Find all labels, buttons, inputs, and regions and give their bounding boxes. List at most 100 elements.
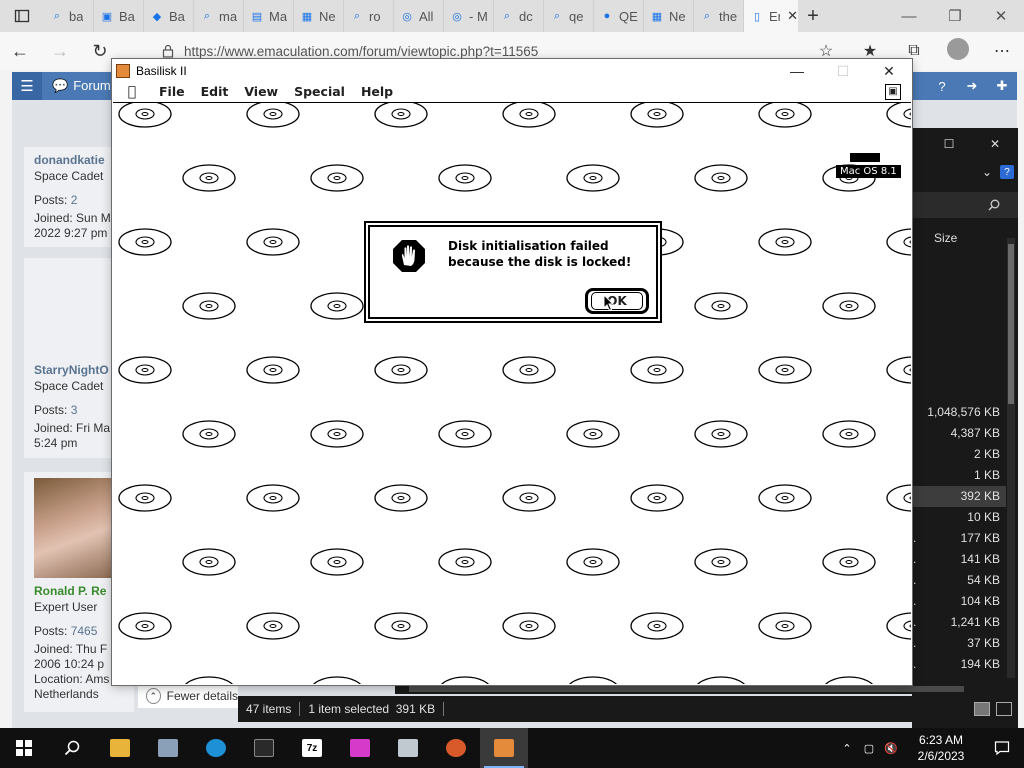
disc-pattern-tile (246, 612, 300, 640)
scroll-thumb[interactable] (409, 686, 964, 692)
chevron-up-icon[interactable]: ⌃ (836, 742, 858, 755)
taskbar-file-explorer[interactable] (96, 728, 144, 768)
more-options-icon[interactable]: ⋯ (980, 41, 1024, 61)
search-button[interactable] (48, 728, 96, 768)
disc-pattern-tile (758, 484, 812, 512)
taskbar-edge[interactable] (192, 728, 240, 768)
forward-button[interactable]: → (40, 32, 80, 70)
menu-view[interactable]: View (236, 84, 286, 99)
file-size-row[interactable]: 10 KB (912, 507, 1006, 528)
menu-edit[interactable]: Edit (193, 84, 237, 99)
explorer-maximize-button[interactable]: ☐ (926, 128, 972, 160)
taskbar-basilisk[interactable] (480, 728, 528, 768)
back-button[interactable]: ← (0, 32, 40, 70)
clock[interactable]: 6:23 AM 2/6/2023 (902, 732, 980, 764)
login-icon[interactable]: ➜ (957, 72, 987, 100)
maximize-button[interactable]: ☐ (820, 60, 866, 82)
scroll-thumb[interactable] (1008, 244, 1014, 404)
browser-tab[interactable]: ⌕ dc (494, 0, 544, 32)
menu-special[interactable]: Special (286, 84, 353, 99)
row-marker: . (913, 594, 917, 608)
browser-tab[interactable]: ◎ - M (444, 0, 494, 32)
forum-link[interactable]: 💬 Forum (52, 78, 111, 94)
details-view-icon[interactable] (974, 702, 990, 716)
add-favorite-icon[interactable]: ☆ (804, 41, 848, 61)
network-icon[interactable]: ▢ (858, 742, 880, 755)
taskbar-terminal[interactable] (240, 728, 288, 768)
volume-muted-icon[interactable]: 🔇 (880, 742, 902, 755)
browser-tab[interactable]: ◎ All (394, 0, 444, 32)
browser-tab[interactable]: ▦ Ne (294, 0, 344, 32)
file-size: 104 KB (960, 594, 1000, 608)
taskbar-installer[interactable] (144, 728, 192, 768)
browser-restore-button[interactable]: ❐ (932, 0, 978, 32)
tab-label: ma (219, 8, 238, 24)
taskbar-7zip[interactable]: 7z (288, 728, 336, 768)
minimize-button[interactable]: — (774, 60, 820, 82)
explorer-close-button[interactable]: ✕ (972, 128, 1018, 160)
tab-label: Ba (169, 8, 185, 24)
file-size-row[interactable]: . 54 KB (912, 570, 1006, 591)
browser-tab[interactable]: ⌕ ma (194, 0, 244, 32)
file-size-row[interactable]: . 104 KB (912, 591, 1006, 612)
browser-minimize-button[interactable]: — (886, 0, 932, 32)
post-username[interactable]: donandkatie (34, 153, 124, 167)
taskbar-game[interactable] (432, 728, 480, 768)
hamburger-menu-icon[interactable]: ☰ (12, 72, 42, 100)
ok-button[interactable]: OK (585, 288, 649, 314)
collections-icon[interactable]: ⧉ (892, 42, 936, 60)
post-username[interactable]: Ronald P. Re (34, 584, 124, 598)
close-button[interactable]: ✕ (866, 60, 912, 82)
file-size-row[interactable]: . 194 KB (912, 654, 1006, 675)
row-marker: . (913, 573, 917, 587)
browser-tab[interactable]: ◆ Ba (144, 0, 194, 32)
file-size-row[interactable]: . 1,241 KB (912, 612, 1006, 633)
disc-pattern-tile (374, 612, 428, 640)
file-size-row[interactable]: 2 KB (912, 444, 1006, 465)
help-icon[interactable]: ? (927, 72, 957, 100)
notifications-button[interactable] (980, 740, 1024, 756)
explorer-search-box[interactable] (912, 192, 1018, 218)
application-menu-icon[interactable]: ▣ (885, 83, 901, 100)
new-tab-button[interactable]: + (798, 5, 828, 28)
browser-tab[interactable]: ⌕ ba (44, 0, 94, 32)
explorer-scrollbar[interactable] (1007, 238, 1015, 678)
file-size-row[interactable]: 4,387 KB (912, 423, 1006, 444)
horizontal-scrollbar[interactable] (395, 684, 1000, 694)
chevron-down-icon[interactable]: ⌄ (982, 165, 992, 179)
file-size-row[interactable]: 1 KB (912, 465, 1006, 486)
taskbar-mac-app[interactable] (384, 728, 432, 768)
browser-tab[interactable]: ▤ Ma (244, 0, 294, 32)
row-marker: . (913, 615, 917, 629)
favorites-icon[interactable]: ★ (848, 41, 892, 61)
tab-actions-button[interactable] (0, 0, 44, 32)
browser-tab[interactable]: ⌕ ro (344, 0, 394, 32)
browser-tab[interactable]: ● QE (594, 0, 644, 32)
apple-menu-icon[interactable]:  (113, 84, 151, 100)
file-size-row[interactable]: . 177 KB (912, 528, 1006, 549)
taskbar-paint[interactable] (336, 728, 384, 768)
post-username[interactable]: StarryNightO (34, 363, 124, 377)
file-size-row[interactable]: 1,048,576 KB (912, 402, 1006, 423)
browser-close-button[interactable]: ✕ (978, 0, 1024, 32)
start-button[interactable] (0, 728, 48, 768)
browser-tab[interactable]: ▣ Ba (94, 0, 144, 32)
menu-file[interactable]: File (151, 84, 193, 99)
register-icon[interactable]: ✚ (987, 72, 1017, 100)
help-icon[interactable]: ? (1000, 165, 1014, 179)
fewer-details-button[interactable]: ⌃ Fewer details (138, 684, 238, 708)
tiles-view-icon[interactable] (996, 702, 1012, 716)
menu-help[interactable]: Help (353, 84, 401, 99)
browser-tab[interactable]: ⌕ qe (544, 0, 594, 32)
browser-tab[interactable]: ▯ Err ✕ (744, 0, 798, 32)
disc-pattern-tile (118, 103, 172, 128)
browser-tab[interactable]: ⌕ the (694, 0, 744, 32)
browser-tab[interactable]: ▦ Ne (644, 0, 694, 32)
close-tab-icon[interactable]: ✕ (787, 8, 798, 24)
size-column-header[interactable]: Size (912, 226, 1018, 250)
file-size-row[interactable]: 392 KB (912, 486, 1006, 507)
file-size-row[interactable]: . 37 KB (912, 633, 1006, 654)
profile-button[interactable] (936, 37, 980, 65)
file-size: 194 KB (960, 657, 1000, 671)
file-size-row[interactable]: . 141 KB (912, 549, 1006, 570)
